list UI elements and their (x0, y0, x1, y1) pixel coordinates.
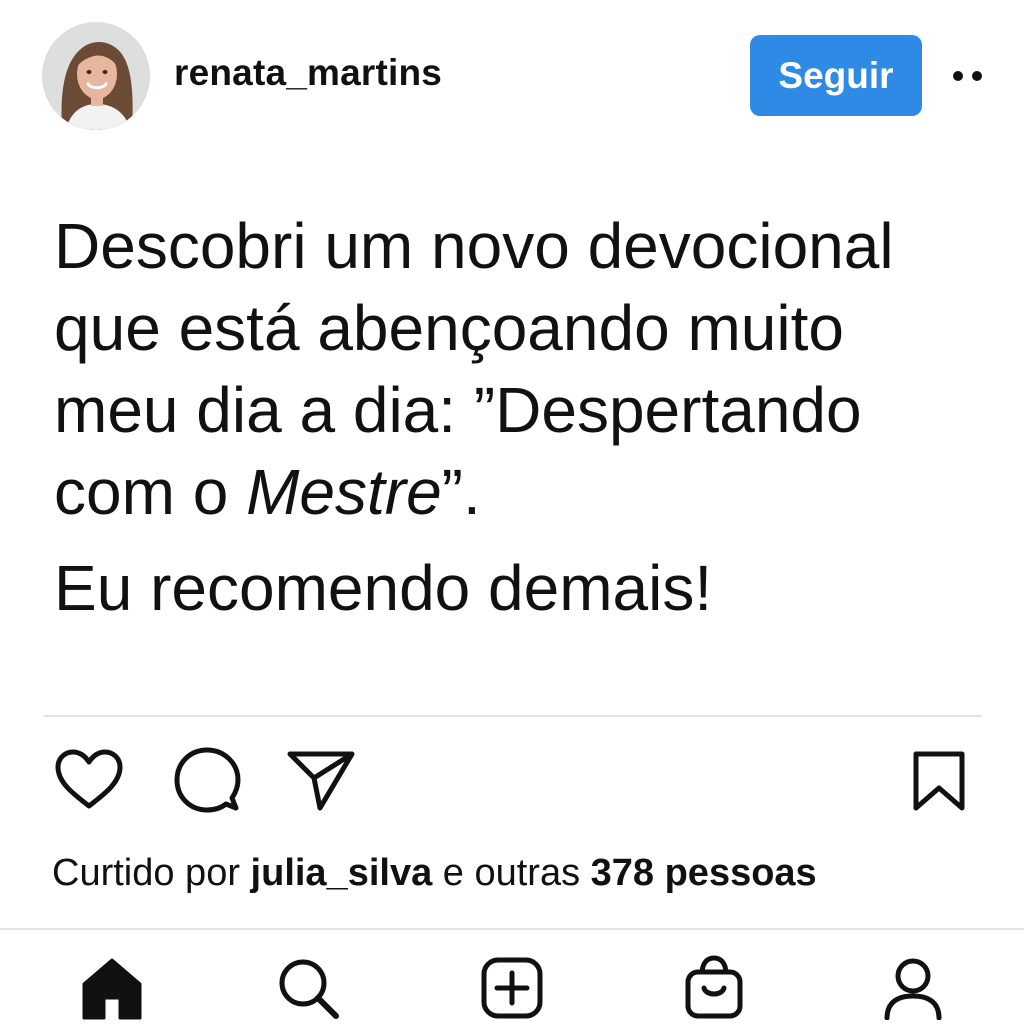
divider (44, 715, 982, 717)
username[interactable]: renata_martins (174, 52, 442, 94)
dot (952, 71, 963, 81)
dot (971, 71, 982, 81)
likes-middle: e outras (432, 852, 591, 894)
post-line: Eu recomendo demais! (54, 552, 713, 624)
post-line: meu dia a dia: ”Despertando (54, 374, 862, 446)
post-italic-title: Mestre (246, 456, 442, 528)
post-text-segment: ”. (441, 456, 481, 528)
likes-count[interactable]: 378 pessoas (591, 852, 817, 894)
shop-icon[interactable] (682, 954, 746, 1020)
follow-button[interactable]: Seguir (750, 35, 922, 116)
post-screen: renata_martins Seguir Descobri um novo d… (0, 0, 1024, 1024)
post-line: com o Mestre”. (54, 451, 994, 533)
post-text: Descobri um novo devocional que está abe… (54, 205, 994, 629)
post-text-segment: com o (54, 456, 247, 528)
post-line: Descobri um novo devocional (54, 210, 894, 282)
liked-by-user[interactable]: julia_silva (251, 852, 433, 894)
send-icon[interactable] (286, 748, 356, 812)
home-icon[interactable] (80, 956, 144, 1020)
nav-divider (0, 928, 1024, 930)
heart-icon[interactable] (52, 748, 126, 812)
profile-icon[interactable] (882, 956, 944, 1020)
likes-summary: Curtido por julia_silva e outras 378 pes… (52, 852, 817, 895)
avatar[interactable] (42, 22, 150, 130)
post-line: que está abençoando muito (54, 292, 844, 364)
avatar-photo (42, 22, 150, 130)
bookmark-icon[interactable] (910, 750, 968, 812)
comment-icon[interactable] (172, 744, 244, 816)
search-icon[interactable] (276, 956, 340, 1020)
likes-prefix: Curtido por (52, 852, 251, 894)
create-icon[interactable] (480, 956, 544, 1020)
more-options-icon[interactable] (944, 56, 990, 96)
